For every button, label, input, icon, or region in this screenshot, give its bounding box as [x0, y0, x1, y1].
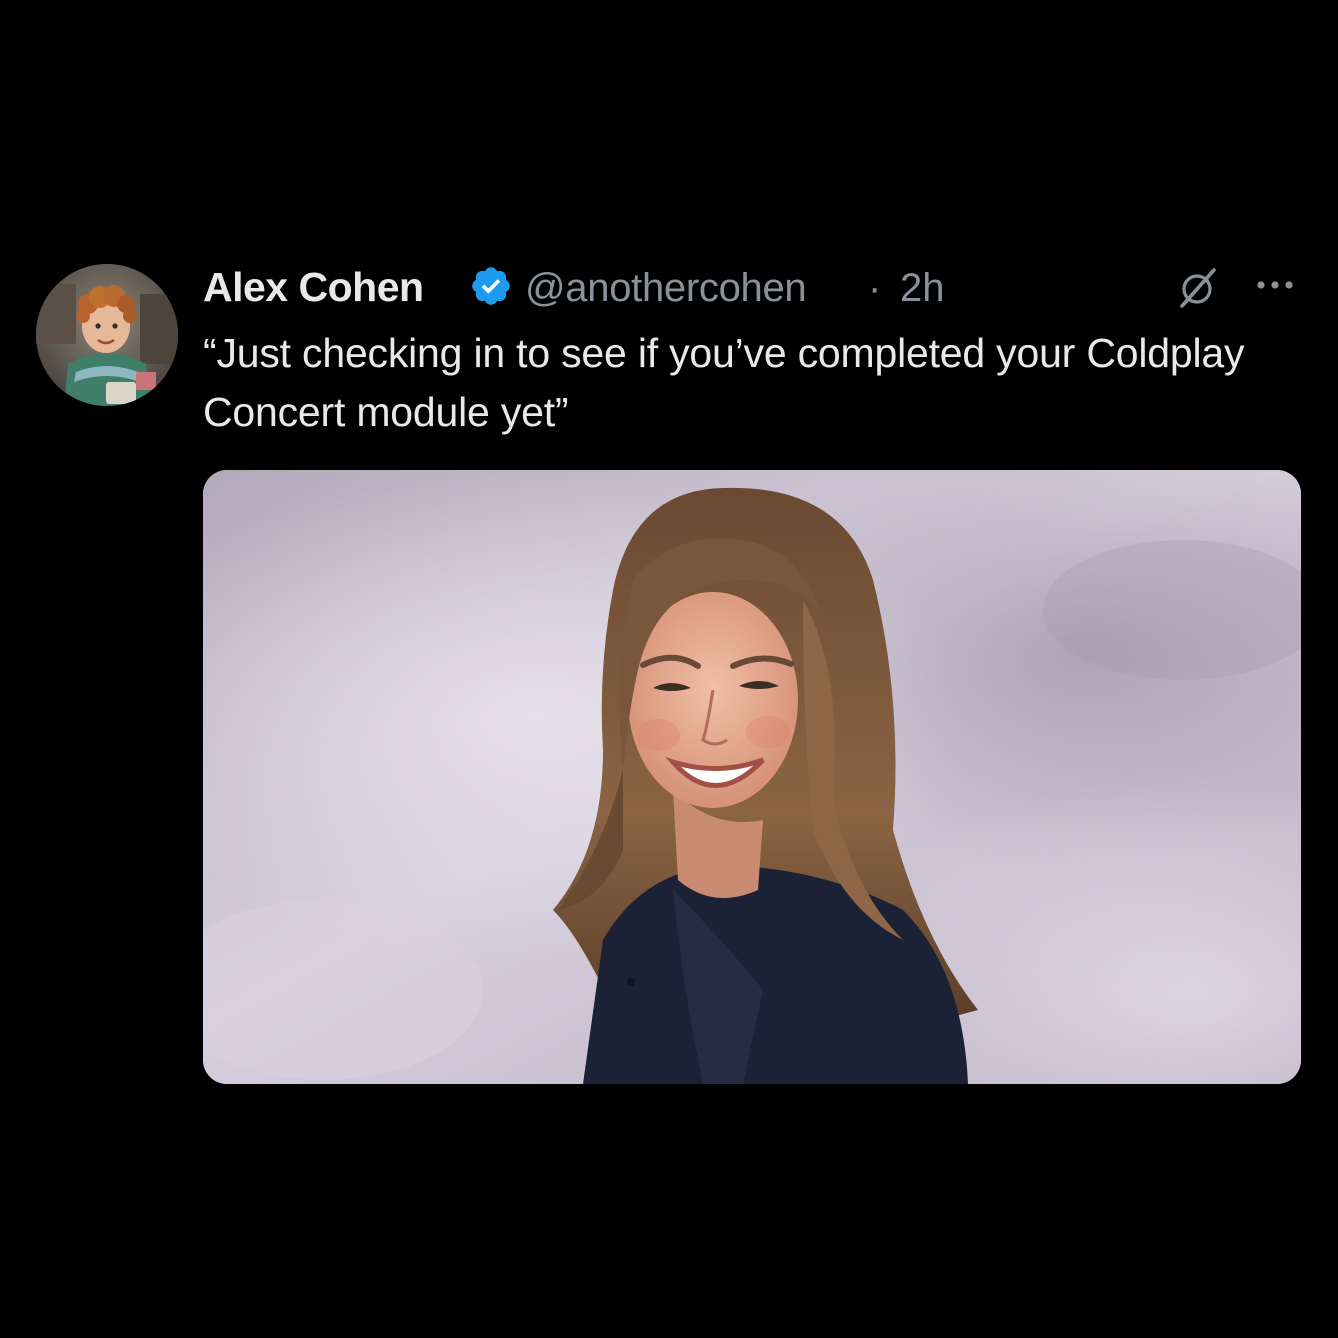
portrait-photo-icon	[203, 470, 1301, 1084]
tweet-photo[interactable]	[203, 470, 1301, 1084]
author-handle[interactable]: @anothercohen	[525, 266, 807, 311]
verified-badge-icon	[469, 264, 513, 308]
tweet-text: “Just checking in to see if you’ve compl…	[203, 330, 1245, 435]
author-name[interactable]: Alex Cohen	[203, 264, 424, 311]
grok-icon[interactable]	[1176, 266, 1220, 310]
child-photo-avatar-icon	[36, 264, 178, 406]
tweet-timestamp[interactable]: 2h	[900, 266, 945, 311]
tweet-header: Alex Cohen @anothercohen · 2h	[203, 262, 1302, 312]
author-avatar[interactable]	[36, 264, 178, 406]
tweet-card[interactable]: Alex Cohen @anothercohen · 2h “Just chec…	[36, 262, 1302, 1092]
tweet-content: Alex Cohen @anothercohen · 2h “Just chec…	[203, 262, 1302, 435]
more-options-icon[interactable]	[1251, 270, 1299, 300]
header-separator: ·	[868, 266, 882, 310]
